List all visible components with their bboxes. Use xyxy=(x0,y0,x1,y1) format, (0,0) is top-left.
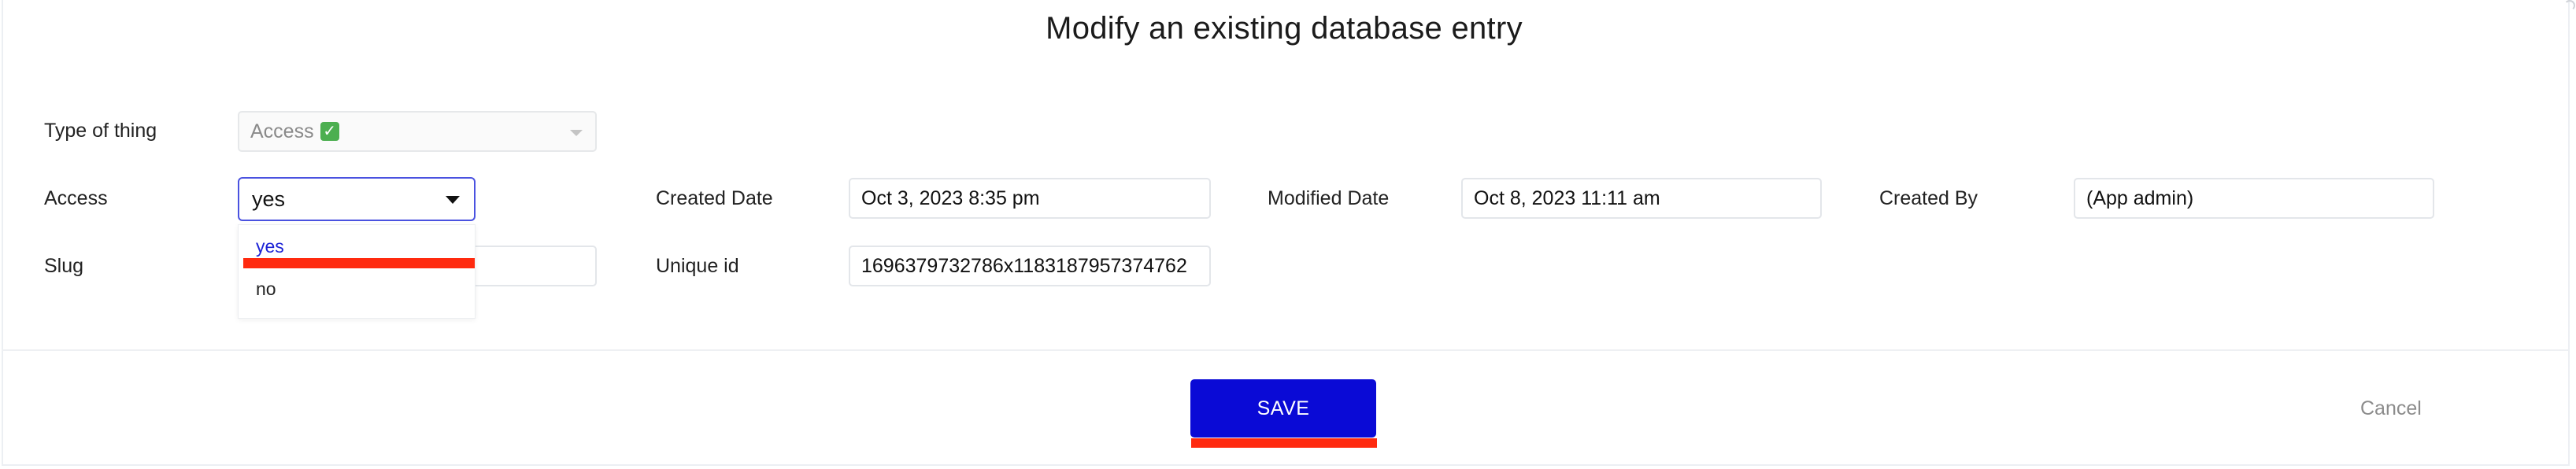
unique-id-field[interactable]: 1696379732786x1183187957374762 xyxy=(849,246,1211,286)
modified-date-field[interactable]: Oct 8, 2023 11:11 am xyxy=(1461,178,1822,219)
access-label: Access xyxy=(44,187,108,209)
footer-divider xyxy=(2,349,2568,351)
page-title: Modify an existing database entry xyxy=(1046,11,1523,46)
dropdown-option-yes[interactable]: yes xyxy=(256,236,284,257)
cancel-button[interactable]: Cancel xyxy=(2360,397,2422,420)
dropdown-option-no[interactable]: no xyxy=(256,279,276,300)
created-date-label: Created Date xyxy=(656,187,773,209)
chevron-down-icon xyxy=(570,130,583,136)
caret-down-icon xyxy=(446,196,460,204)
created-by-field[interactable]: (App admin) xyxy=(2074,178,2434,219)
type-of-thing-label: Type of thing xyxy=(44,120,157,142)
access-select[interactable]: yes xyxy=(238,177,476,221)
unique-id-label: Unique id xyxy=(656,255,739,277)
created-by-label: Created By xyxy=(1879,187,1978,209)
created-date-field[interactable]: Oct 3, 2023 8:35 pm xyxy=(849,178,1211,219)
slug-label: Slug xyxy=(44,255,84,277)
highlight-underline-save xyxy=(1191,438,1377,448)
type-of-thing-value: Access xyxy=(250,120,314,142)
type-of-thing-select: Access ✓ xyxy=(238,111,597,152)
access-select-value: yes xyxy=(252,186,286,211)
highlight-underline-yes xyxy=(243,258,475,268)
spinner-icon xyxy=(2564,0,2575,11)
access-dropdown-menu: yes no xyxy=(238,224,476,319)
check-mark-icon: ✓ xyxy=(320,122,339,141)
save-button[interactable]: SAVE xyxy=(1190,379,1376,438)
modified-date-label: Modified Date xyxy=(1268,187,1390,209)
